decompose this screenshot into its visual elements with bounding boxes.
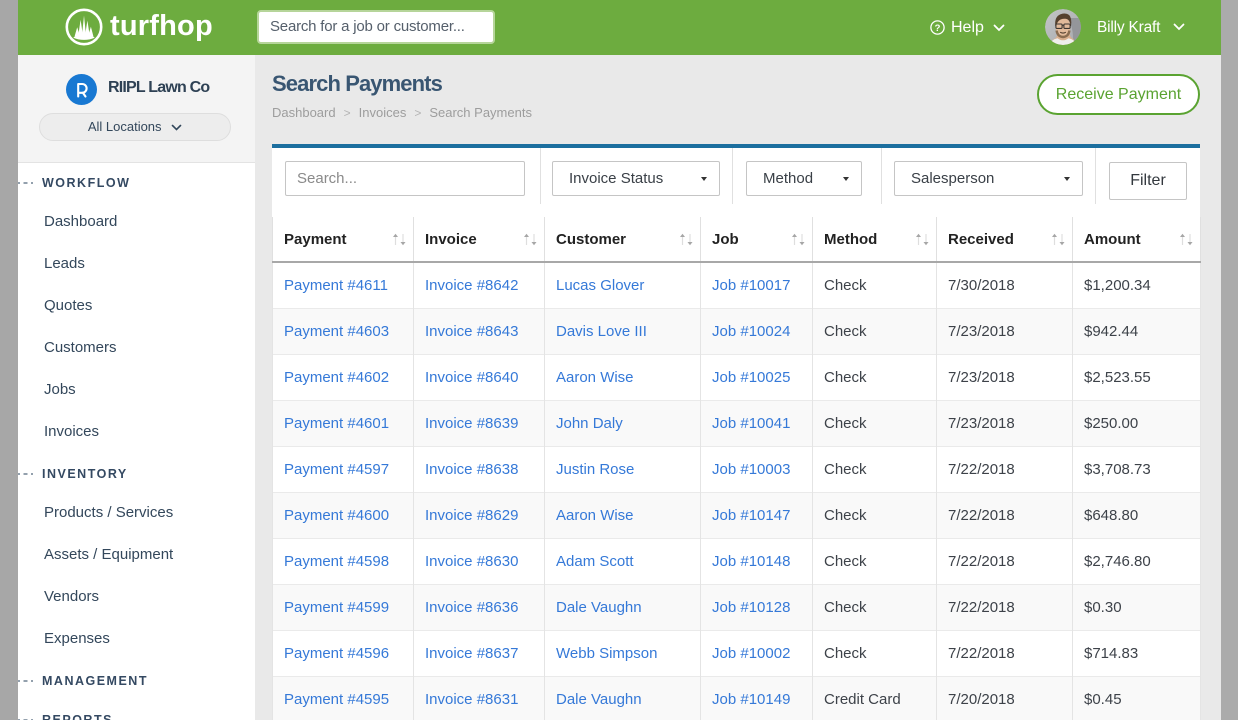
svg-text:?: ? — [935, 23, 941, 34]
